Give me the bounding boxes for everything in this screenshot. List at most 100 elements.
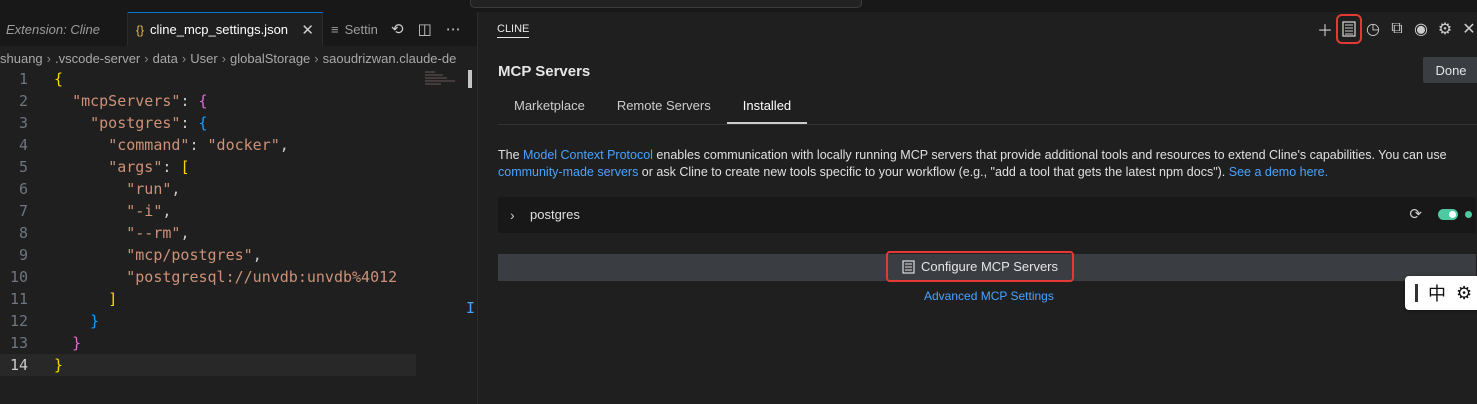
code-line: 9 "mcp/postgres", (0, 244, 465, 266)
more-actions-icon[interactable]: ⋯ (446, 20, 461, 38)
editor-area: Extension: Cline {} cline_mcp_settings.j… (0, 12, 477, 404)
ime-toolbar[interactable]: 中 ⚙ (1405, 276, 1477, 310)
tab-settings[interactable]: ≡ Settin (323, 12, 383, 46)
code-line: 6 "run", (0, 178, 465, 200)
mcp-description: The Model Context Protocol enables commu… (498, 147, 1463, 181)
configure-bar[interactable]: Configure MCP Servers (498, 251, 1476, 282)
panel-title[interactable]: CLINE (497, 23, 530, 38)
chevron-right-icon: › (181, 50, 187, 66)
code-line: 4 "command": "docker", (0, 134, 465, 156)
description-text: The (498, 148, 524, 162)
chevron-right-icon: › (314, 50, 319, 66)
description-text: enables communication with locally runni… (652, 148, 1447, 162)
cline-panel: CLINE ＋ ◷ ⧉ ◉ ⚙ ✕ MCP Servers Done Marke… (477, 12, 1477, 404)
code-line: 7 "-i", (0, 200, 465, 222)
breadcrumb: shuang › .vscode-server › data › User › glob… (0, 46, 477, 70)
line-number: 13 (9, 334, 28, 352)
code-line-current: 14} (0, 354, 416, 376)
breadcrumb-item[interactable]: globalStorage (230, 51, 310, 66)
tab-label: Settin (344, 21, 378, 37)
json-file-icon: {} (136, 22, 145, 37)
line-number: 6 (18, 180, 28, 198)
gear-icon[interactable]: ⚙ (1436, 18, 1454, 40)
tab-label: Extension: Cline (6, 21, 100, 37)
community-servers-link[interactable]: community-made servers (498, 165, 638, 179)
code-line: 8 "--rm", (0, 222, 465, 244)
line-number: 2 (18, 92, 28, 110)
code-line: 2 "mcpServers": { (0, 90, 465, 112)
line-number: 10 (9, 268, 28, 286)
refresh-icon[interactable]: ⟳ (1409, 205, 1422, 223)
ime-handle[interactable] (1415, 284, 1418, 302)
mcp-tabs: Marketplace Remote Servers Installed (498, 94, 1477, 125)
editor-tabs: Extension: Cline {} cline_mcp_settings.j… (0, 12, 477, 46)
line-number: 14 (9, 356, 28, 374)
editor-actions: ⟲ ◫ ⋯ (383, 12, 461, 46)
timeline-icon[interactable]: ⟲ (391, 20, 404, 38)
demo-link[interactable]: See a demo here. (1229, 165, 1328, 179)
server-name: postgres (530, 207, 580, 222)
chevron-right-icon: › (144, 50, 149, 66)
code-line: 10 "postgresql://unvdb:unvdb%4012 (0, 266, 465, 288)
status-dot (1465, 211, 1472, 218)
line-number: 5 (18, 158, 28, 176)
code-line: 13 } (0, 332, 465, 354)
server-list-icon (902, 259, 915, 274)
chevron-right-icon: › (221, 50, 227, 66)
tab-installed[interactable]: Installed (726, 94, 808, 124)
gear-icon[interactable]: ⚙ (1456, 283, 1472, 304)
done-button[interactable]: Done (1423, 57, 1477, 83)
mcp-servers-icon[interactable] (1336, 14, 1362, 44)
description-text: or ask Cline to create new tools specifi… (638, 165, 1229, 179)
code-line: 3 "postgres": { (0, 112, 465, 134)
code-line: 5 "args": [ (0, 156, 465, 178)
tab-extension-cline[interactable]: Extension: Cline (0, 12, 128, 46)
code-editor[interactable]: 1{ 2 "mcpServers": { 3 "postgres": { 4 "… (0, 68, 465, 404)
breadcrumb-item[interactable]: .vscode-server (55, 51, 140, 66)
scrollbar[interactable] (468, 70, 472, 88)
panel-header: CLINE ＋ ◷ ⧉ ◉ ⚙ ✕ (478, 12, 1477, 48)
account-icon[interactable]: ◉ (1412, 18, 1430, 40)
chevron-right-icon: › (46, 50, 51, 66)
line-number: 7 (18, 202, 28, 220)
ime-mode-label[interactable]: 中 (1428, 280, 1446, 306)
settings-file-icon: ≡ (331, 21, 339, 37)
breadcrumb-item[interactable]: shuang (0, 51, 43, 66)
split-editor-icon[interactable]: ◫ (418, 20, 432, 38)
chevron-right-icon[interactable]: › (510, 207, 515, 223)
breadcrumb-item[interactable]: User (190, 51, 217, 66)
line-number: 11 (9, 290, 28, 308)
line-number: 4 (18, 136, 28, 154)
command-center[interactable] (470, 0, 862, 8)
configure-label: Configure MCP Servers (920, 259, 1059, 274)
panel-toolbar: ＋ ◷ ⧉ ◉ ⚙ ✕ (1316, 14, 1477, 44)
close-icon[interactable]: ✕ (1460, 18, 1477, 40)
code-line: 1{ (0, 68, 465, 90)
server-toggle[interactable] (1438, 209, 1458, 220)
close-icon[interactable]: ✕ (301, 21, 314, 39)
server-item-postgres[interactable]: › postgres ⟳ (498, 197, 1476, 233)
plus-icon[interactable]: ＋ (1316, 18, 1334, 40)
line-number: 1 (18, 70, 28, 88)
line-number: 9 (18, 246, 28, 264)
configure-mcp-servers-button[interactable]: Configure MCP Servers (886, 251, 1074, 282)
title-bar (0, 0, 1477, 12)
text-cursor-icon: I (466, 299, 476, 317)
tab-cline-mcp-settings[interactable]: {} cline_mcp_settings.json ✕ (128, 12, 323, 46)
tab-marketplace[interactable]: Marketplace (498, 94, 601, 123)
history-icon[interactable]: ◷ (1364, 18, 1382, 40)
advanced-mcp-settings-link[interactable]: Advanced MCP Settings (924, 289, 1054, 303)
breadcrumb-item[interactable]: saoudrizwan.claude-de (323, 51, 457, 66)
line-number: 8 (18, 224, 28, 242)
page-title: MCP Servers (498, 63, 591, 80)
breadcrumb-item[interactable]: data (153, 51, 178, 66)
model-context-protocol-link[interactable]: Model Context Protocol (523, 148, 653, 162)
code-line: 11 ] (0, 288, 465, 310)
line-number: 3 (18, 114, 28, 132)
line-number: 12 (9, 312, 28, 330)
popout-icon[interactable]: ⧉ (1388, 18, 1406, 40)
minimap[interactable] (425, 70, 465, 100)
code-line: 12 } (0, 310, 465, 332)
tab-label: cline_mcp_settings.json (150, 22, 289, 37)
tab-remote-servers[interactable]: Remote Servers (601, 94, 727, 123)
